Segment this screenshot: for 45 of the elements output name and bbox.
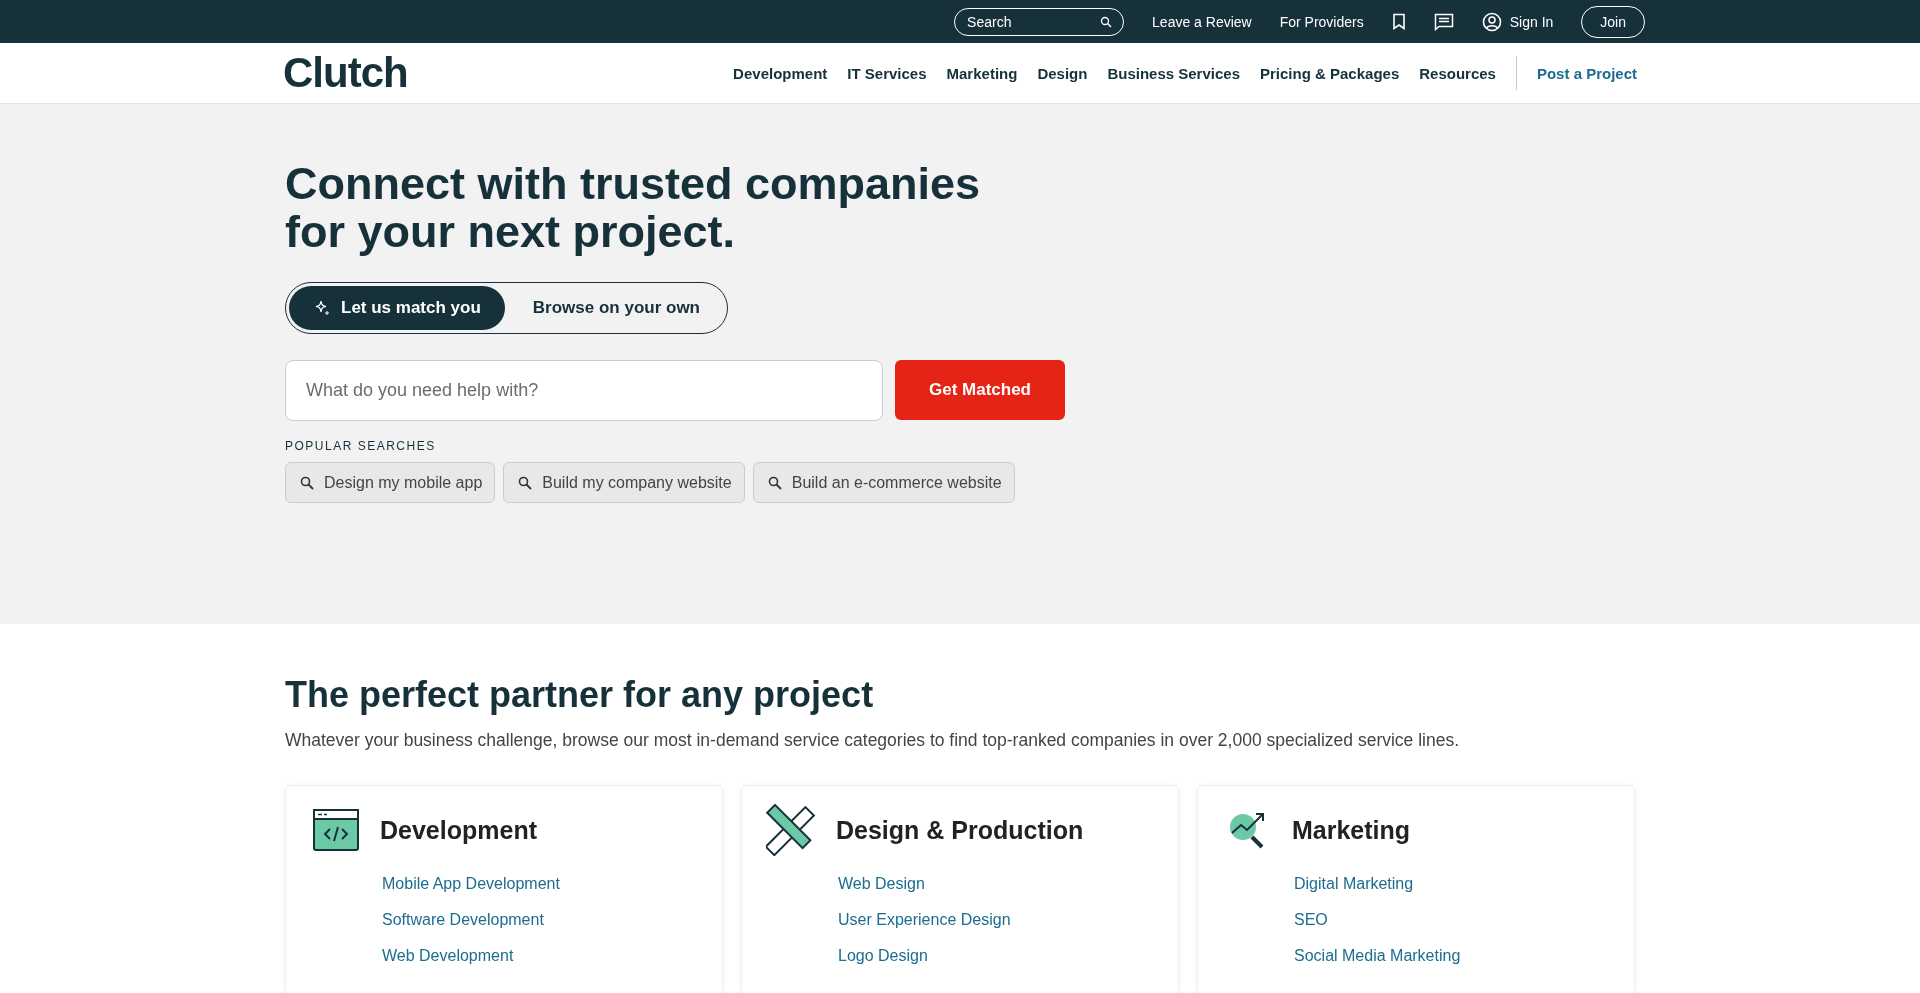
category-link[interactable]: Web Development bbox=[382, 938, 702, 974]
category-link[interactable]: Digital Marketing bbox=[1294, 866, 1614, 902]
search-icon bbox=[518, 475, 533, 490]
hero-heading: Connect with trusted companies for your next project. bbox=[285, 160, 982, 256]
help-search-field[interactable]: What do you need help with? bbox=[285, 360, 883, 421]
chat-icon[interactable] bbox=[1433, 12, 1454, 31]
search-icon bbox=[1100, 15, 1113, 28]
category-link[interactable]: Software Development bbox=[382, 902, 702, 938]
nav-link[interactable]: Development bbox=[733, 64, 828, 82]
nav-link[interactable]: Business Services bbox=[1107, 64, 1240, 82]
mode-tab[interactable]: Browse on your own bbox=[508, 286, 724, 330]
bookmark-icon[interactable] bbox=[1391, 13, 1406, 30]
nav-link[interactable]: Marketing bbox=[946, 64, 1018, 82]
search-field[interactable]: Search bbox=[954, 7, 1125, 36]
category-link[interactable]: Web Design bbox=[838, 866, 1158, 902]
search-icon bbox=[300, 475, 314, 490]
user-icon bbox=[1481, 11, 1502, 32]
code-window-icon bbox=[310, 809, 362, 851]
card-title: Marketing bbox=[1292, 815, 1411, 845]
logo[interactable]: Clutch bbox=[283, 49, 408, 97]
nav-link[interactable]: Design bbox=[1037, 64, 1088, 82]
section-heading: The perfect partner for any project bbox=[285, 674, 875, 716]
nav-link[interactable]: Pricing & Packages bbox=[1260, 64, 1400, 82]
category-link[interactable]: Social Media Marketing bbox=[1294, 938, 1614, 974]
category-link[interactable]: Mobile App Development bbox=[382, 866, 702, 902]
top-link[interactable]: For Providers bbox=[1279, 13, 1364, 30]
sign-in-link[interactable]: Sign In bbox=[1481, 11, 1554, 32]
search-icon bbox=[767, 475, 782, 490]
category-link[interactable]: User Experience Design bbox=[838, 902, 1158, 938]
mode-tab[interactable]: Let us match you bbox=[289, 286, 505, 330]
nav-link[interactable]: Resources bbox=[1419, 64, 1496, 82]
card-title: Design & Production bbox=[836, 815, 1084, 845]
popular-search-chip[interactable]: Design my mobile app bbox=[285, 462, 496, 503]
card-title: Development bbox=[380, 815, 537, 845]
category-link[interactable]: Logo Design bbox=[838, 938, 1158, 974]
popular-searches-label: POPULAR SEARCHES bbox=[285, 439, 437, 453]
popular-search-chip[interactable]: Build an e-commerce website bbox=[752, 462, 1015, 503]
nav-link[interactable]: IT Services bbox=[847, 64, 927, 82]
popular-search-chip[interactable]: Build my company website bbox=[503, 462, 745, 503]
sparkle-icon bbox=[313, 299, 331, 317]
top-link[interactable]: Leave a Review bbox=[1152, 13, 1252, 30]
post-project-link[interactable]: Post a Project bbox=[1536, 64, 1637, 82]
get-matched-button[interactable]: Get Matched bbox=[895, 360, 1065, 420]
section-description: Whatever your business challenge, browse our most in-demand service categories to find top-ranked companies in over 2,000 specialized service lines. bbox=[285, 730, 1461, 751]
category-link[interactable]: SEO bbox=[1294, 902, 1614, 938]
